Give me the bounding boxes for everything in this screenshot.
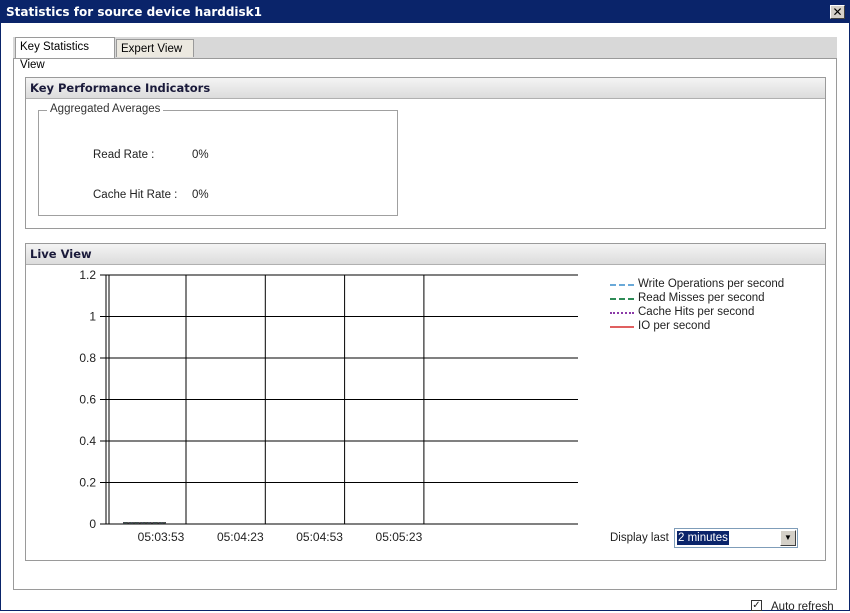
auto-refresh-label: Auto refresh bbox=[771, 601, 834, 613]
read-rate-value: 0% bbox=[192, 149, 209, 161]
chevron-down-icon[interactable]: ▼ bbox=[780, 530, 796, 546]
legend-swatch-write-operations bbox=[610, 284, 634, 286]
legend-label-io-per-second: IO per second bbox=[638, 320, 711, 332]
cache-hit-rate-value: 0% bbox=[192, 189, 209, 201]
live-view-panel: Live View 0 0.2 0.4 0.6 0.8 1 1.2 05:03:53 05:04… bbox=[25, 243, 826, 561]
aggregated-averages-group: Aggregated Averages Read Rate : 0% Cache… bbox=[38, 103, 398, 216]
kpi-panel: Key Performance Indicators Aggregated Av… bbox=[25, 77, 826, 229]
y-tick-label: 0.8 bbox=[79, 351, 96, 365]
tab-key-statistics-view[interactable]: Key Statistics View bbox=[15, 37, 115, 71]
legend-label-cache-hits: Cache Hits per second bbox=[638, 306, 755, 318]
statistics-window: Statistics for source device harddisk1 ✕… bbox=[0, 0, 850, 613]
window-client: Key Statistics View Expert View Key Perf… bbox=[9, 29, 841, 613]
live-view-chart: 0 0.2 0.4 0.6 0.8 1 1.2 05:03:53 05:04:23 05:04:5… bbox=[79, 268, 578, 544]
y-tick-label: 1.2 bbox=[79, 268, 96, 282]
legend-label-write-operations: Write Operations per second bbox=[638, 278, 785, 290]
window-title: Statistics for source device harddisk1 bbox=[6, 5, 263, 19]
auto-refresh-checkbox[interactable]: ✓ bbox=[751, 600, 762, 611]
x-tick-label: 05:04:53 bbox=[296, 530, 343, 544]
display-last-label: Display last bbox=[610, 532, 669, 544]
aggregated-averages-title: Aggregated Averages bbox=[47, 103, 164, 115]
legend-swatch-io-per-second bbox=[610, 326, 634, 328]
display-last-dropdown[interactable]: 2 minutes ▼ bbox=[674, 528, 798, 548]
tab-expert-view[interactable]: Expert View bbox=[116, 39, 194, 57]
legend-swatch-cache-hits bbox=[610, 312, 634, 314]
y-tick-label: 0 bbox=[89, 517, 96, 531]
title-bar[interactable]: Statistics for source device harddisk1 ✕ bbox=[1, 1, 849, 23]
cache-hit-rate-label: Cache Hit Rate : bbox=[93, 189, 178, 201]
live-view-panel-title: Live View bbox=[26, 244, 825, 265]
x-tick-label: 05:03:53 bbox=[138, 530, 185, 544]
tab-page: Key Performance Indicators Aggregated Av… bbox=[13, 58, 837, 613]
y-tick-label: 0.4 bbox=[79, 434, 96, 448]
y-tick-label: 1 bbox=[89, 310, 96, 324]
read-rate-label: Read Rate : bbox=[93, 149, 155, 161]
x-tick-label: 05:04:23 bbox=[217, 530, 264, 544]
y-tick-label: 0.6 bbox=[79, 393, 96, 407]
kpi-panel-title: Key Performance Indicators bbox=[26, 78, 825, 99]
close-button[interactable]: ✕ bbox=[830, 5, 845, 19]
y-tick-label: 0.2 bbox=[79, 476, 96, 490]
legend-label-read-misses: Read Misses per second bbox=[638, 292, 765, 304]
display-last-selected-value: 2 minutes bbox=[677, 531, 729, 545]
x-tick-label: 05:05:23 bbox=[376, 530, 423, 544]
legend-swatch-read-misses bbox=[610, 298, 634, 300]
